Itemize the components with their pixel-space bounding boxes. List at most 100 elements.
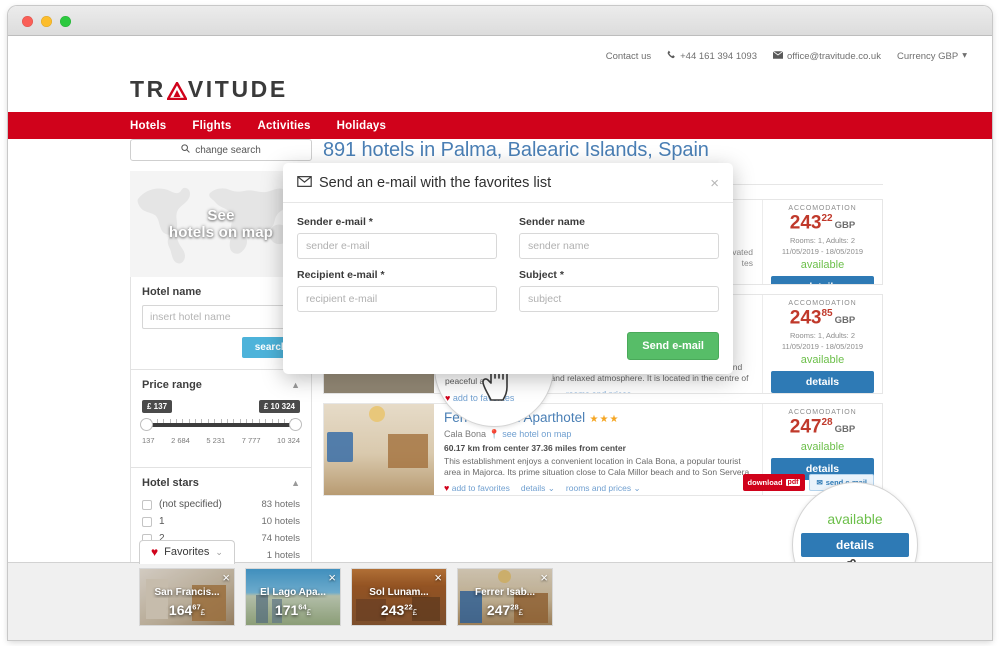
contact-us-link[interactable]: Contact us bbox=[606, 51, 651, 62]
availability-status: available bbox=[800, 441, 845, 454]
minimize-window-button[interactable] bbox=[41, 16, 52, 27]
price-range-filter-header[interactable]: Price range ▲ bbox=[131, 370, 311, 398]
email-address: office@travitude.co.uk bbox=[787, 50, 881, 62]
phone-link[interactable]: +44 161 394 1093 bbox=[667, 50, 757, 62]
price-integer: 243 bbox=[789, 307, 822, 329]
modal-header: Send an e-mail with the favorites list × bbox=[283, 163, 733, 203]
window-controls bbox=[22, 16, 71, 27]
accommodation-label: ACCOMODATION bbox=[788, 409, 857, 416]
brand-part-tr: TR bbox=[130, 76, 166, 102]
sender-name-input[interactable] bbox=[519, 233, 719, 259]
star-filter-row[interactable]: (not specified) 83 hotels bbox=[142, 496, 300, 513]
nav-item-hotels[interactable]: Hotels bbox=[130, 120, 166, 132]
hotel-name-input[interactable] bbox=[142, 305, 300, 329]
favorites-tab[interactable]: ♥ Favorites ⌄ bbox=[139, 540, 235, 564]
favorite-price: 24728£ bbox=[458, 602, 552, 618]
star-filter-row[interactable]: 1 10 hotels bbox=[142, 513, 300, 530]
favorite-item[interactable]: × Ferrer Isab... 24728£ bbox=[457, 568, 553, 626]
favorite-item[interactable]: × El Lago Apa... 17164£ bbox=[245, 568, 341, 626]
tick-label-4: 10 324 bbox=[277, 436, 300, 445]
sender-email-input[interactable] bbox=[297, 233, 497, 259]
remove-favorite-icon[interactable]: × bbox=[434, 571, 442, 584]
price-range-filter-body: £ 137 £ 10 324 137 2 684 5 231 7 777 10 … bbox=[131, 400, 311, 467]
favorite-price: 16467£ bbox=[140, 602, 234, 618]
hotel-stars-filter-header[interactable]: Hotel stars ▲ bbox=[131, 468, 311, 496]
subject-input[interactable] bbox=[519, 286, 719, 312]
favorites-tab-label: Favorites bbox=[164, 546, 210, 558]
nav-item-flights[interactable]: Flights bbox=[192, 120, 231, 132]
see-on-map-link[interactable]: see hotel on map bbox=[502, 429, 571, 439]
slider-track bbox=[145, 423, 297, 427]
currency-selector[interactable]: Currency GBP ▾ bbox=[897, 51, 967, 62]
modal-field-row: Recipient e-mail * Subject * bbox=[297, 269, 719, 312]
modal-body: Sender e-mail * Sender name Recipient e-… bbox=[283, 203, 733, 332]
nav-item-activities[interactable]: Activities bbox=[257, 120, 310, 132]
map-label-line1: See bbox=[207, 206, 235, 224]
price-dates: 11/05/2019 - 18/05/2019 bbox=[781, 247, 864, 257]
hotel-card[interactable]: Ferrer Isabel Aparthotel ★★★ Cala Bona 📍… bbox=[323, 403, 883, 496]
chevron-up-icon: ▲ bbox=[291, 478, 300, 488]
details-link[interactable]: details ⌄ bbox=[521, 483, 555, 494]
favorite-price: 24322£ bbox=[352, 602, 446, 618]
star-row-count: 10 hotels bbox=[261, 516, 300, 527]
change-search-label: change search bbox=[195, 144, 261, 156]
add-to-favorites-label: add to favorites bbox=[451, 483, 510, 494]
price-range-filter-panel: Price range ▲ £ 137 £ 10 324 137 2 684 5… bbox=[130, 370, 312, 468]
add-to-favorites-action[interactable]: ♥ add to favorites bbox=[444, 483, 510, 493]
hotel-thumbnail[interactable] bbox=[324, 404, 434, 495]
rooms-and-prices-link[interactable]: rooms and prices ⌄ bbox=[566, 483, 641, 494]
email-link[interactable]: office@travitude.co.uk bbox=[772, 50, 881, 62]
recipient-email-input[interactable] bbox=[297, 286, 497, 312]
tick-label-0: 137 bbox=[142, 436, 155, 445]
favorite-item[interactable]: × Sol Lunam... 24322£ bbox=[351, 568, 447, 626]
price-currency: GBP bbox=[834, 315, 856, 327]
slider-knob-min[interactable] bbox=[140, 418, 153, 431]
remove-favorite-icon[interactable]: × bbox=[222, 571, 230, 584]
star-row-label: (not specified) bbox=[159, 499, 222, 510]
maximize-window-button[interactable] bbox=[60, 16, 71, 27]
hotel-star-rating: ★★★ bbox=[589, 414, 620, 425]
brand-wordmark: TR VITUDE bbox=[130, 78, 288, 101]
star-row-label: 1 bbox=[159, 516, 165, 527]
pdf-tag-icon: pdf bbox=[785, 479, 801, 486]
logo[interactable]: TR VITUDE bbox=[130, 78, 288, 101]
slider-knob-max[interactable] bbox=[289, 418, 302, 431]
favorite-price-int: 243 bbox=[380, 602, 405, 618]
sender-name-label: Sender name bbox=[519, 216, 585, 228]
price-occupancy: Rooms: 1, Adults: 2 bbox=[789, 331, 856, 341]
send-email-submit-button[interactable]: Send e-mail bbox=[627, 332, 719, 360]
star-checkbox[interactable] bbox=[142, 516, 152, 527]
star-row-count: 83 hotels bbox=[261, 499, 300, 510]
download-pdf-button[interactable]: download pdf bbox=[742, 474, 806, 491]
hotel-description: This establishment enjoys a convenient l… bbox=[444, 456, 750, 478]
favorite-item[interactable]: × San Francis... 16467£ bbox=[139, 568, 235, 626]
remove-favorite-icon[interactable]: × bbox=[540, 571, 548, 584]
phone-icon bbox=[667, 50, 676, 62]
accommodation-label: ACCOMODATION bbox=[788, 205, 857, 212]
hotel-location: Cala Bona 📍 see hotel on map bbox=[444, 429, 753, 440]
details-link-label: details bbox=[520, 482, 546, 493]
remove-favorite-icon[interactable]: × bbox=[328, 571, 336, 584]
hotel-price: 24385GBP bbox=[771, 307, 874, 329]
lens-add-to-favorites-label[interactable]: add to favorites bbox=[453, 393, 515, 403]
modal-title: Send an e-mail with the favorites list bbox=[319, 175, 552, 191]
sender-email-group: Sender e-mail * bbox=[297, 216, 497, 259]
details-button[interactable]: details bbox=[771, 371, 874, 393]
favorite-price-int: 171 bbox=[274, 602, 299, 618]
envelope-icon bbox=[772, 50, 784, 62]
lens-details-button[interactable]: details bbox=[801, 533, 909, 557]
close-window-button[interactable] bbox=[22, 16, 33, 27]
price-range-slider[interactable]: £ 137 £ 10 324 137 2 684 5 231 7 777 10 … bbox=[140, 400, 302, 456]
availability-status: available bbox=[800, 259, 845, 272]
search-icon bbox=[181, 144, 190, 156]
rooms-and-prices-link[interactable]: rooms and prices ⌄ bbox=[566, 389, 641, 393]
details-button[interactable]: details bbox=[771, 276, 874, 284]
phone-number: +44 161 394 1093 bbox=[680, 50, 757, 62]
price-decimal: 85 bbox=[821, 308, 833, 319]
close-icon[interactable]: × bbox=[710, 176, 719, 191]
nav-item-holidays[interactable]: Holidays bbox=[337, 120, 387, 132]
star-checkbox[interactable] bbox=[142, 499, 152, 510]
tick-label-1: 2 684 bbox=[171, 436, 190, 445]
main-nav: Hotels Flights Activities Holidays bbox=[8, 112, 992, 139]
change-search-button[interactable]: change search bbox=[130, 139, 312, 161]
